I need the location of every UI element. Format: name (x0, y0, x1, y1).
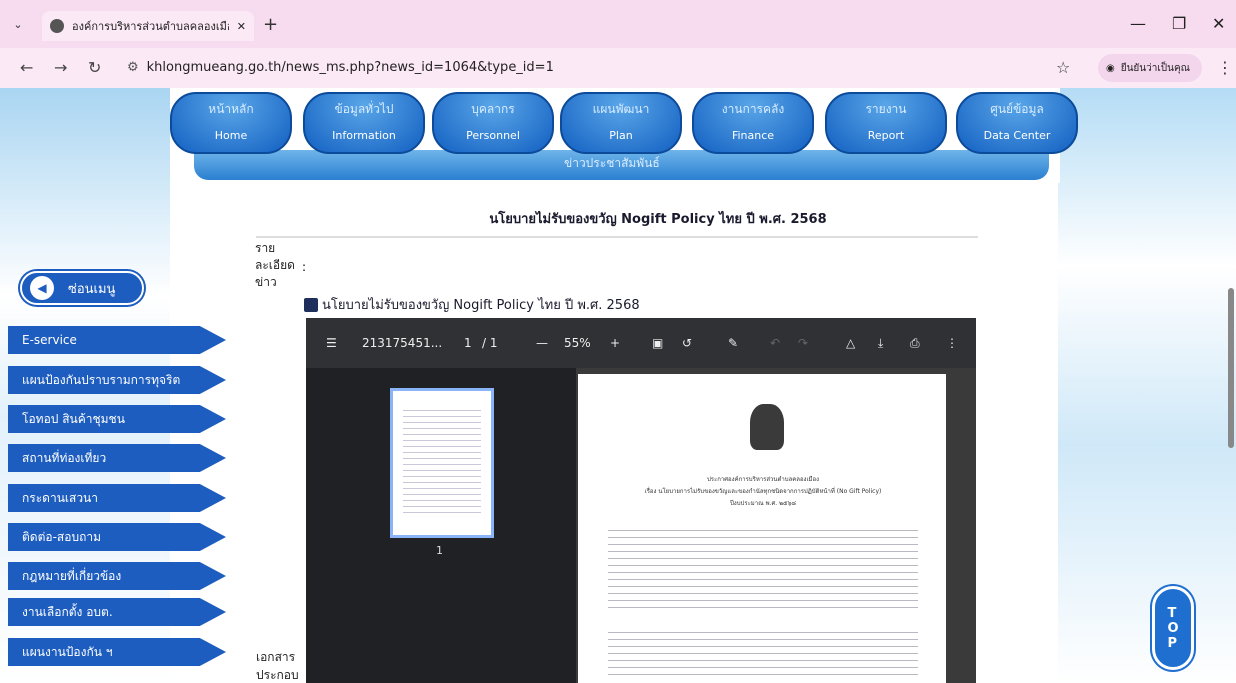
hide-menu-label: ซ่อนเมนู (68, 281, 116, 297)
back-to-top-button[interactable]: TOP (1152, 586, 1194, 670)
pdf-zoom: 55% (564, 336, 591, 350)
right-wave-decoration (1058, 88, 1236, 683)
fit-page-icon[interactable]: ▣ (652, 336, 663, 350)
attachment-name: นโยบายไม่รับของขวัญ Nogift Policy ไทย ปี… (322, 298, 640, 313)
doc-body-text-2 (608, 626, 918, 676)
arrow-left-icon: ◀ (30, 276, 54, 300)
tab-title: องค์การบริหารส่วนตำบลคลองเมือง : (72, 20, 229, 33)
pdf-page-input[interactable]: 1 (464, 336, 472, 350)
thumbnail-page-number: 1 (436, 544, 443, 557)
floppy-disk-icon (304, 297, 318, 312)
pdf-page: ประกาศองค์การบริหารส่วนตำบลคลองเมือง เรื… (578, 374, 946, 683)
annotate-icon[interactable]: ✎ (728, 336, 738, 350)
undo-icon[interactable]: ↶ (770, 336, 780, 350)
reload-icon[interactable]: ↻ (88, 58, 101, 77)
menu-personnel[interactable]: บุคลากร Personnel (432, 92, 554, 154)
close-tab-icon[interactable]: ✕ (237, 20, 246, 33)
submenu-bar: ข่าวประชาสัมพันธ์ (194, 150, 1049, 180)
detail-label: รายละเอียดข่าว (255, 241, 295, 289)
sidebar-item-forum[interactable]: กระดานเสวนา (8, 484, 226, 512)
title-divider (256, 236, 978, 238)
sidebar-item-contact[interactable]: ติดต่อ-สอบถาม (8, 523, 226, 551)
article-title: นโยบายไม่รับของขวัญ Nogift Policy ไทย ปี… (489, 212, 827, 227)
menu-finance[interactable]: งานการคลัง Finance (692, 92, 814, 154)
close-window-icon[interactable]: ✕ (1212, 14, 1225, 33)
tab-search-icon[interactable]: ⌄ (0, 18, 36, 31)
browser-tab[interactable]: องค์การบริหารส่วนตำบลคลองเมือง : ✕ (42, 11, 254, 41)
top-label: TOP (1167, 605, 1179, 651)
print-icon[interactable]: ⎙ (910, 336, 920, 351)
doc-subject: เรื่อง นโยบายการไม่รับของขวัญและของกำนัล… (644, 488, 882, 495)
sidebar-item-otop[interactable]: โอทอป สินค้าชุมชน (8, 405, 226, 433)
hide-menu-button[interactable]: ◀ ซ่อนเมนู (20, 271, 144, 305)
save-drive-icon[interactable]: △ (846, 336, 855, 350)
doc-heading: ประกาศองค์การบริหารส่วนตำบลคลองเมือง (706, 476, 820, 483)
pdf-thumbnails: 1 (306, 368, 576, 683)
rotate-icon[interactable]: ↺ (682, 336, 692, 350)
profile-label: ยืนยันว่าเป็นคุณ (1120, 62, 1190, 74)
doc-fiscal-year: ปีงบประมาณ พ.ศ. ๒๕๖๘ (729, 500, 797, 507)
maximize-icon[interactable]: ❐ (1172, 14, 1186, 33)
back-icon[interactable]: ← (20, 58, 33, 77)
profile-button[interactable]: ◉ ยืนยันว่าเป็นคุณ (1098, 54, 1202, 82)
menu-home[interactable]: หน้าหลัก Home (170, 92, 292, 154)
profile-icon: ◉ (1106, 62, 1115, 74)
menu-information[interactable]: ข้อมูลทั่วไป Information (303, 92, 425, 154)
zoom-in-icon[interactable]: + (610, 336, 620, 350)
sidebar-item-tourism[interactable]: สถานที่ท่องเที่ยว (8, 444, 226, 472)
attachment-link[interactable]: นโยบายไม่รับของขวัญ Nogift Policy ไทย ปี… (304, 294, 640, 315)
url-text: khlongmueang.go.th/news_ms.php?news_id=1… (146, 60, 554, 75)
pdf-menu-icon[interactable]: ☰ (326, 336, 337, 350)
sidebar-item-anti-corruption[interactable]: แผนป้องกันปราบรามการทุจริต (8, 366, 226, 394)
favicon-icon (50, 19, 64, 33)
page-thumbnail[interactable] (390, 388, 494, 538)
zoom-out-icon[interactable]: — (536, 336, 548, 350)
bookmark-star-icon[interactable]: ☆ (1056, 58, 1070, 77)
minimize-icon[interactable]: — (1130, 14, 1146, 33)
sidebar-item-election[interactable]: งานเลือกตั้ง อบต. (8, 598, 226, 626)
sidebar-item-eservice[interactable]: E-service (8, 326, 226, 354)
menu-report[interactable]: รายงาน Report (825, 92, 947, 154)
menu-plan[interactable]: แผนพัฒนา Plan (560, 92, 682, 154)
new-tab-icon[interactable]: + (263, 14, 278, 35)
pdf-more-icon[interactable]: ⋮ (946, 336, 958, 350)
url-field[interactable]: ⚙ khlongmueang.go.th/news_ms.php?news_id=… (127, 60, 554, 75)
redo-icon[interactable]: ↷ (798, 336, 808, 350)
sidebar-item-laws[interactable]: กฎหมายที่เกี่ยวข้อง (8, 562, 226, 590)
forward-icon[interactable]: → (54, 58, 67, 77)
menu-data-center[interactable]: ศูนย์ข้อมูล Data Center (956, 92, 1078, 154)
pdf-toolbar: ☰ 213175451... 1 / 1 — 55% + ▣ ↺ ✎ ↶ ↷ △… (306, 318, 976, 368)
pdf-page-total: / 1 (482, 336, 498, 350)
detail-colon: : (302, 260, 307, 274)
site-info-icon[interactable]: ⚙ (127, 60, 139, 75)
pdf-filename: 213175451... (362, 336, 443, 350)
doc-body-text (608, 524, 918, 614)
page-content: ข่าวประชาสัมพันธ์ หน้าหลัก Home ข้อมูลทั่… (0, 88, 1236, 683)
pdf-viewer[interactable]: ☰ 213175451... 1 / 1 — 55% + ▣ ↺ ✎ ↶ ↷ △… (306, 318, 976, 683)
sidebar-item-prevention-plan[interactable]: แผนงานป้องกัน ฯ (8, 638, 226, 666)
page-scrollbar[interactable] (1228, 288, 1234, 448)
attachment-label: เอกสาร ประกอบ (256, 650, 299, 682)
submenu-label[interactable]: ข่าวประชาสัมพันธ์ (564, 154, 660, 173)
browser-menu-icon[interactable]: ⋮ (1217, 58, 1233, 77)
download-icon[interactable]: ⤓ (878, 336, 883, 351)
garuda-emblem-icon (750, 404, 784, 450)
